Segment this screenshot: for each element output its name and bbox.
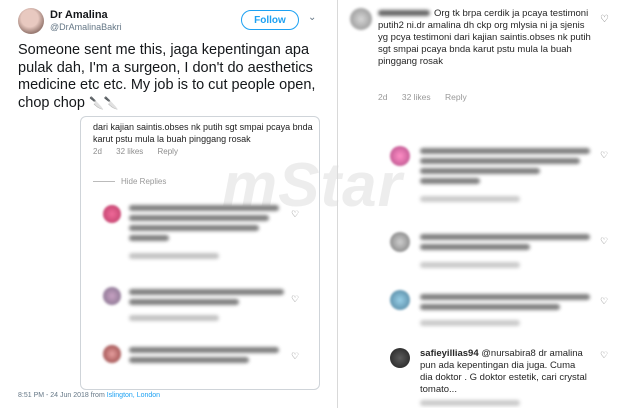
redacted-text [129,357,249,363]
reply-link[interactable]: Reply [445,92,467,102]
comment-age: 2d [378,92,388,102]
location-link[interactable]: Islington, London [107,392,160,399]
redacted-meta [420,262,520,268]
redacted-meta [129,315,219,321]
avatar[interactable] [390,348,410,368]
redacted-text [420,148,590,154]
comment-text: Org tk brpa cerdik ja pcaya testimoni pu… [378,8,591,67]
comment-age: 2d [93,147,102,156]
knife-icon: 🔪🔪 [88,95,119,110]
chevron-down-icon[interactable]: ⌄ [308,12,316,23]
avatar[interactable] [390,146,410,166]
redacted-text [420,294,590,300]
heart-icon[interactable]: ♡ [291,294,299,305]
tweet-text: Someone sent me this, jaga kepentingan a… [18,42,336,112]
heart-icon[interactable]: ♡ [600,14,609,25]
redacted-text [129,347,279,353]
hide-replies-link[interactable]: Hide Replies [93,177,166,186]
redacted-meta [420,196,520,202]
redacted-text [420,304,560,310]
comment-likes[interactable]: 32 likes [402,92,431,102]
comment-caption: dari kajian saintis.obses nk putih sgt s… [93,122,313,144]
comment-meta: 2d 32 likes Reply [93,147,190,156]
heart-icon[interactable]: ♡ [600,296,608,307]
avatar[interactable] [18,8,44,34]
heart-icon[interactable]: ♡ [600,236,608,247]
tweet-body: Someone sent me this, jaga kepentingan a… [18,42,316,111]
heart-icon[interactable]: ♡ [291,351,299,362]
comment-username[interactable]: safieyillias94 [420,348,479,359]
display-name[interactable]: Dr Amalina [50,9,108,21]
redacted-text [129,289,284,295]
user-handle[interactable]: @DrAmalinaBakri [50,22,122,32]
redacted-text [420,178,480,184]
redacted-text [420,158,580,164]
comment-meta: 2d 32 likes Reply [378,92,479,102]
avatar[interactable] [103,345,121,363]
avatar[interactable] [390,290,410,310]
avatar[interactable] [103,287,121,305]
redacted-text [420,234,590,240]
redacted-text [129,299,239,305]
tweet-timestamp: 8:51 PM - 24 Jun 2018 from Islington, Lo… [18,392,160,399]
instagram-comments-panel: Org tk brpa cerdik ja pcaya testimoni pu… [338,0,620,408]
avatar[interactable] [390,232,410,252]
avatar[interactable] [350,8,372,30]
comment-likes[interactable]: 32 likes [116,147,143,156]
redacted-text [129,235,169,241]
redacted-meta [420,400,520,406]
avatar[interactable] [103,205,121,223]
comment-text: safieyillias94 @nursabira8 dr amalina pu… [420,348,588,396]
redacted-meta [129,253,219,259]
timestamp-text: 8:51 PM - 24 Jun 2018 from [18,392,105,399]
heart-icon[interactable]: ♡ [600,150,608,161]
reply-link[interactable]: Reply [158,147,178,156]
redacted-text [420,168,540,174]
redacted-text [420,244,530,250]
redacted-meta [420,320,520,326]
redacted-text [129,225,259,231]
heart-icon[interactable]: ♡ [600,350,608,361]
follow-button[interactable]: Follow [241,10,299,30]
